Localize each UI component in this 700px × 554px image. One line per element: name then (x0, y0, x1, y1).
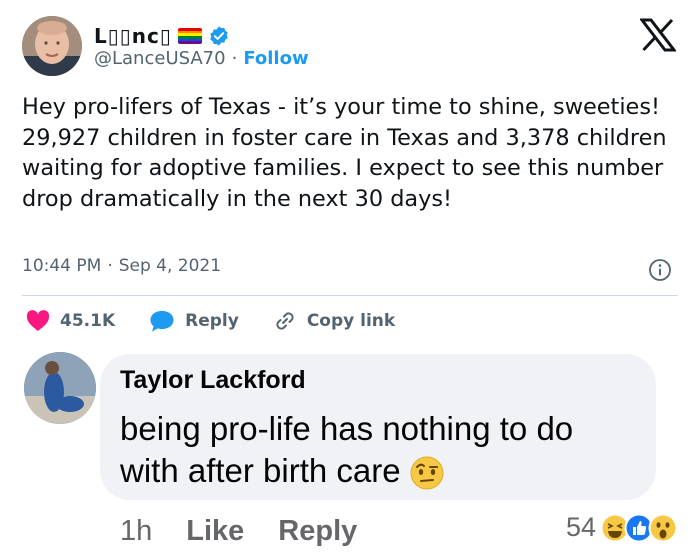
raised-eyebrow-emoji-icon (410, 456, 444, 490)
comment-reply-button[interactable]: Reply (278, 515, 357, 548)
comment-actions: 1h Like Reply (120, 515, 357, 548)
copy-link-label: Copy link (306, 311, 396, 331)
follow-button[interactable]: Follow (243, 48, 308, 69)
author-name-row: L▯▯nc▯ (94, 22, 230, 50)
wow-emoji-icon (648, 513, 678, 542)
pride-flag-icon (177, 28, 202, 44)
reaction-icons (600, 513, 678, 543)
handle-row: @LanceUSA70 · Follow (94, 48, 309, 69)
tweet-card: L▯▯nc▯ @LanceUSA70 · Follow Hey pro-life… (0, 0, 700, 344)
link-icon (276, 312, 294, 330)
divider (22, 295, 678, 296)
commenter-name[interactable]: Taylor Lackford (120, 366, 306, 395)
x-logo-icon[interactable] (640, 18, 676, 52)
info-icon[interactable] (648, 258, 672, 282)
reaction-summary[interactable]: 54 (566, 512, 678, 543)
tweet-timestamp[interactable]: 10:44 PM · Sep 4, 2021 (22, 256, 221, 276)
like-button[interactable]: 45.1K (26, 310, 115, 332)
reply-label: Reply (185, 311, 239, 331)
tweet-time: 10:44 PM (22, 256, 102, 276)
reply-bubble-icon (150, 311, 174, 332)
separator-dot: · (107, 256, 113, 276)
comment-like-button[interactable]: Like (186, 515, 244, 548)
verified-badge-icon (210, 26, 228, 46)
comment-time: 1h (120, 515, 153, 547)
reaction-count: 54 (565, 512, 596, 542)
author-avatar[interactable] (22, 16, 82, 76)
author-display-name[interactable]: L▯▯nc▯ (94, 24, 172, 48)
heart-icon (26, 310, 50, 331)
commenter-avatar[interactable] (24, 352, 96, 424)
reply-button[interactable]: Reply (149, 309, 239, 333)
commenter-photo (24, 352, 96, 424)
avatar-photo (22, 16, 82, 76)
copy-link-button[interactable]: Copy link (273, 309, 395, 333)
like-count: 45.1K (60, 311, 116, 331)
tweet-body: Hey pro-lifers of Texas - it’s your time… (22, 94, 667, 212)
tweet-actions: 45.1K Reply Copy link (26, 308, 429, 334)
comment-text-block: being pro-life has nothing to do with af… (120, 408, 640, 492)
tweet-date: Sep 4, 2021 (118, 256, 222, 276)
separator-dot: · (231, 48, 238, 69)
comment-text: being pro-life has nothing to do with af… (120, 410, 574, 489)
author-handle[interactable]: @LanceUSA70 (94, 48, 226, 69)
